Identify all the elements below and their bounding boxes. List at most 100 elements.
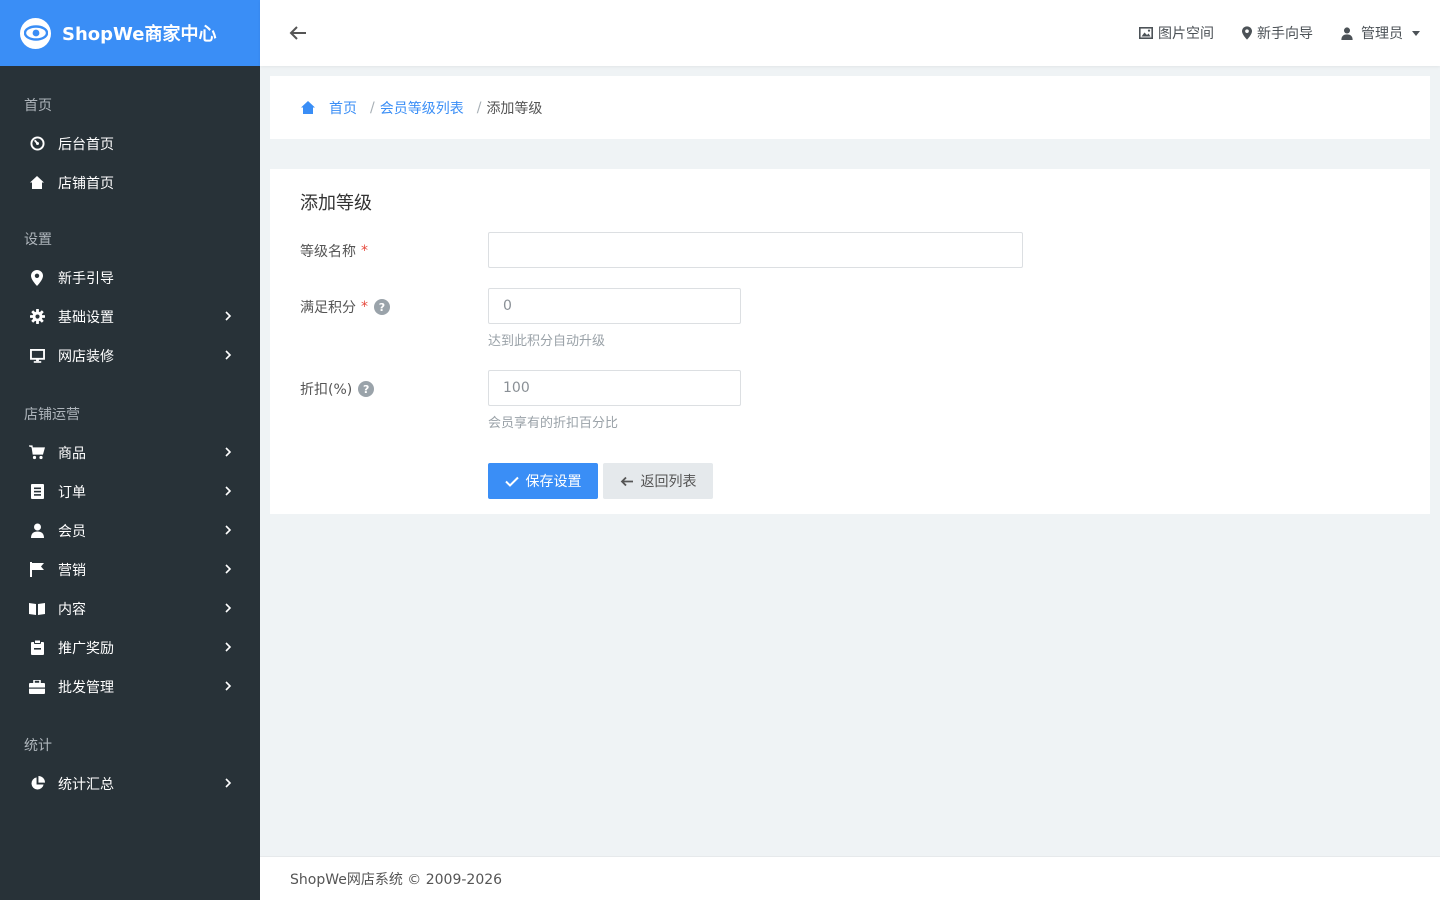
sidebar-item-orders[interactable]: 订单 (0, 472, 260, 511)
pie-chart-icon (29, 776, 45, 792)
cart-icon (29, 445, 45, 461)
add-level-form-card: 添加等级 等级名称 * 满足积分 * ? 达到此积分自动升级 折扣(%) ? 会… (270, 169, 1430, 514)
shopwe-logo-icon (20, 17, 51, 49)
top-header: 图片空间 新手向导 管理员 (260, 0, 1440, 66)
breadcrumb-separator: / (476, 99, 482, 116)
header-admin-menu[interactable]: 管理员 (1341, 23, 1420, 43)
back-to-list-button[interactable]: 返回列表 (603, 463, 713, 499)
field-label-text: 等级名称 (300, 244, 356, 260)
required-points-input[interactable] (488, 288, 741, 324)
page-title: 添加等级 (300, 193, 372, 214)
clipboard-icon (29, 640, 45, 656)
discount-label: 折扣(%) ? (300, 379, 375, 399)
sidebar-item-store-home[interactable]: 店铺首页 (0, 163, 260, 202)
sidebar-item-promotion-rewards[interactable]: 推广奖励 (0, 628, 260, 667)
chevron-right-icon (225, 447, 232, 457)
sidebar-item-label: 后台首页 (58, 136, 114, 153)
button-label: 保存设置 (525, 474, 582, 490)
sidebar-item-label: 商品 (58, 445, 86, 462)
sidebar-nav: 首页 后台首页 店铺首页 设置 新手引导 基础设置 网店装修 店铺运营 商品 订… (0, 66, 260, 803)
chevron-right-icon (225, 486, 232, 496)
help-icon[interactable]: ? (374, 299, 390, 315)
sidebar-item-wholesale[interactable]: 批发管理 (0, 667, 260, 706)
map-marker-icon (29, 269, 45, 286)
breadcrumb-current: 添加等级 (486, 100, 543, 117)
save-settings-button[interactable]: 保存设置 (488, 463, 598, 499)
sidebar-item-dashboard[interactable]: 后台首页 (0, 124, 260, 163)
sidebar-item-content[interactable]: 内容 (0, 589, 260, 628)
arrow-left-icon (620, 476, 633, 486)
sidebar: ShopWe商家中心 首页 后台首页 店铺首页 设置 新手引导 基础设置 网店装… (0, 0, 260, 900)
sidebar-item-label: 店铺首页 (58, 175, 114, 192)
chevron-right-icon (225, 778, 232, 788)
breadcrumb: 首页 / 会员等级列表 / 添加等级 (270, 76, 1430, 139)
chevron-right-icon (225, 564, 232, 574)
header-links: 图片空间 新手向导 管理员 (1111, 0, 1420, 66)
nav-group-title-stats: 统计 (24, 738, 52, 754)
brand-name: ShopWe商家中心 (62, 24, 217, 45)
brand-header[interactable]: ShopWe商家中心 (0, 0, 260, 66)
chevron-right-icon (225, 525, 232, 535)
back-arrow-icon[interactable] (288, 23, 308, 43)
discount-hint: 会员享有的折扣百分比 (488, 416, 619, 431)
sidebar-item-label: 统计汇总 (58, 776, 114, 793)
chevron-right-icon (225, 642, 232, 652)
map-marker-icon (1242, 26, 1252, 40)
book-icon (29, 601, 45, 617)
sidebar-item-stats-summary[interactable]: 统计汇总 (0, 764, 260, 803)
home-icon (29, 175, 45, 191)
chevron-right-icon (225, 603, 232, 613)
caret-down-icon (1412, 30, 1420, 36)
sidebar-item-label: 网店装修 (58, 348, 114, 365)
discount-input[interactable] (488, 370, 741, 406)
nav-group-title-home: 首页 (24, 98, 52, 114)
required-points-label: 满足积分 * ? (300, 297, 390, 317)
dashboard-icon (29, 136, 45, 152)
level-name-input[interactable] (488, 232, 1023, 268)
footer-copyright: ShopWe网店系统 © 2009-2026 (290, 871, 503, 888)
sidebar-item-guide[interactable]: 新手引导 (0, 258, 260, 297)
field-label-text: 折扣(%) (300, 382, 353, 398)
breadcrumb-separator: / (370, 99, 375, 116)
header-link-label: 新手向导 (1257, 26, 1313, 42)
sidebar-item-label: 订单 (58, 484, 86, 501)
nav-group-title-operations: 店铺运营 (24, 407, 80, 423)
sidebar-item-label: 批发管理 (58, 679, 114, 696)
user-icon (29, 523, 45, 539)
sidebar-item-label: 内容 (58, 601, 86, 618)
check-icon (504, 476, 519, 487)
sidebar-item-basic-settings[interactable]: 基础设置 (0, 297, 260, 336)
field-label-text: 满足积分 (300, 300, 356, 316)
gear-icon (29, 309, 45, 325)
sidebar-item-label: 会员 (58, 523, 86, 540)
required-points-hint: 达到此积分自动升级 (488, 334, 606, 349)
sidebar-item-label: 基础设置 (58, 309, 114, 326)
chevron-right-icon (225, 350, 232, 360)
sidebar-item-products[interactable]: 商品 (0, 433, 260, 472)
header-link-image-space[interactable]: 图片空间 (1139, 23, 1214, 43)
monitor-icon (29, 348, 45, 364)
breadcrumb-member-level-list[interactable]: 会员等级列表 (380, 98, 464, 118)
sidebar-item-store-decoration[interactable]: 网店装修 (0, 336, 260, 375)
header-link-guide[interactable]: 新手向导 (1242, 23, 1313, 43)
header-link-label: 图片空间 (1158, 26, 1214, 42)
button-label: 返回列表 (640, 474, 697, 490)
chevron-right-icon (225, 681, 232, 691)
required-mark: * (361, 243, 368, 259)
sidebar-item-label: 营销 (58, 562, 86, 579)
image-icon (1139, 27, 1153, 39)
briefcase-icon (29, 679, 45, 695)
home-icon[interactable] (300, 100, 316, 115)
sidebar-item-marketing[interactable]: 营销 (0, 550, 260, 589)
footer: ShopWe网店系统 © 2009-2026 (260, 856, 1440, 900)
required-mark: * (361, 299, 368, 315)
sidebar-item-members[interactable]: 会员 (0, 511, 260, 550)
user-icon (1341, 26, 1353, 40)
list-icon (29, 484, 45, 500)
header-link-label: 管理员 (1361, 26, 1403, 42)
breadcrumb-home[interactable]: 首页 (329, 98, 357, 118)
sidebar-item-label: 推广奖励 (58, 640, 114, 657)
help-icon[interactable]: ? (358, 381, 375, 397)
flag-icon (29, 562, 45, 578)
level-name-label: 等级名称 * (300, 241, 368, 261)
